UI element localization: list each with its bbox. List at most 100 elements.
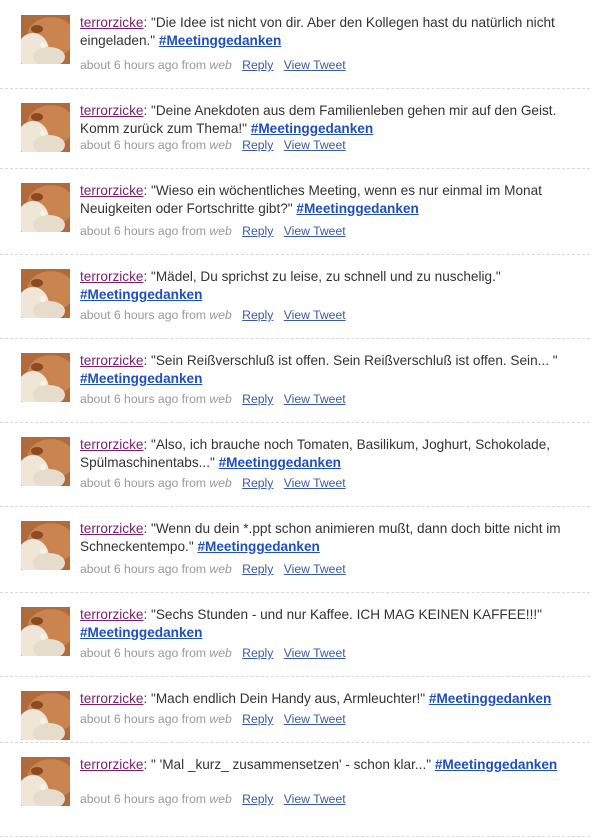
timestamp[interactable]: about 6 hours ago: [80, 792, 178, 806]
source-label: web: [209, 562, 232, 576]
status-item: terrorzicke: "Mädel, Du sprichst zu leis…: [0, 254, 590, 339]
avatar[interactable]: [21, 521, 70, 570]
cartoon-face-avatar-icon: [21, 15, 70, 64]
reply-link[interactable]: Reply: [242, 392, 273, 406]
screen-name-link[interactable]: terrorzicke: [80, 437, 143, 452]
reply-link[interactable]: Reply: [242, 476, 273, 490]
hashtag-link[interactable]: #Meetinggedanken: [80, 287, 202, 302]
avatar[interactable]: [21, 437, 70, 486]
status-text: "Die Idee ist nicht von dir. Aber den Ko…: [80, 15, 555, 48]
cartoon-face-avatar-icon: [21, 437, 70, 486]
from-label: from: [181, 712, 207, 726]
view-tweet-link[interactable]: View Tweet: [284, 392, 346, 406]
from-label: from: [181, 58, 207, 72]
hashtag-link[interactable]: #Meetinggedanken: [197, 539, 319, 554]
screen-name-link[interactable]: terrorzicke: [80, 757, 143, 772]
status-item: terrorzicke: "Also, ich brauche noch Tom…: [0, 422, 590, 507]
reply-link[interactable]: Reply: [242, 308, 273, 322]
status-meta: about 6 hours ago from web Reply View Tw…: [80, 58, 346, 72]
view-tweet-link[interactable]: View Tweet: [284, 562, 346, 576]
colon: :: [143, 103, 152, 118]
source-label: web: [209, 224, 232, 238]
hashtag-link[interactable]: #Meetinggedanken: [435, 757, 557, 772]
source-label: web: [209, 58, 232, 72]
avatar[interactable]: [21, 607, 70, 656]
status-body: terrorzicke: "Wieso ein wöchentliches Me…: [80, 182, 585, 218]
colon: :: [143, 607, 152, 622]
view-tweet-link[interactable]: View Tweet: [284, 224, 346, 238]
reply-link[interactable]: Reply: [242, 224, 273, 238]
hashtag-link[interactable]: #Meetinggedanken: [80, 371, 202, 386]
view-tweet-link[interactable]: View Tweet: [284, 792, 346, 806]
view-tweet-link[interactable]: View Tweet: [284, 58, 346, 72]
status-body: terrorzicke: "Mach endlich Dein Handy au…: [80, 690, 585, 708]
screen-name-link[interactable]: terrorzicke: [80, 103, 143, 118]
hashtag-link[interactable]: #Meetinggedanken: [296, 201, 418, 216]
view-tweet-link[interactable]: View Tweet: [284, 712, 346, 726]
status-timeline: terrorzicke: "Die Idee ist nicht von dir…: [0, 0, 601, 837]
status-meta: about 6 hours ago from web Reply View Tw…: [80, 562, 346, 576]
status-meta: about 6 hours ago from web Reply View Tw…: [80, 224, 346, 238]
cartoon-face-avatar-icon: [21, 269, 70, 318]
screen-name-link[interactable]: terrorzicke: [80, 353, 143, 368]
reply-link[interactable]: Reply: [242, 646, 273, 660]
hashtag-link[interactable]: #Meetinggedanken: [80, 625, 202, 640]
cartoon-face-avatar-icon: [21, 183, 70, 232]
timestamp[interactable]: about 6 hours ago: [80, 392, 178, 406]
view-tweet-link[interactable]: View Tweet: [284, 646, 346, 660]
reply-link[interactable]: Reply: [242, 138, 273, 152]
avatar[interactable]: [21, 691, 70, 740]
hashtag-link[interactable]: #Meetinggedanken: [219, 455, 341, 470]
hashtag-link[interactable]: #Meetinggedanken: [159, 33, 281, 48]
timestamp[interactable]: about 6 hours ago: [80, 224, 178, 238]
from-label: from: [181, 138, 207, 152]
status-item: terrorzicke: "Deine Anekdoten aus dem Fa…: [0, 88, 590, 169]
avatar[interactable]: [21, 183, 70, 232]
reply-link[interactable]: Reply: [242, 562, 273, 576]
timestamp[interactable]: about 6 hours ago: [80, 646, 178, 660]
source-label: web: [209, 792, 232, 806]
status-meta: about 6 hours ago from web Reply View Tw…: [80, 308, 346, 322]
timestamp[interactable]: about 6 hours ago: [80, 562, 178, 576]
avatar[interactable]: [21, 353, 70, 402]
screen-name-link[interactable]: terrorzicke: [80, 183, 143, 198]
status-body: terrorzicke: "Also, ich brauche noch Tom…: [80, 436, 585, 472]
colon: :: [143, 757, 152, 772]
status-item: terrorzicke: "Sechs Stunden - und nur Ka…: [0, 592, 590, 677]
status-body: terrorzicke: "Die Idee ist nicht von dir…: [80, 14, 585, 50]
view-tweet-link[interactable]: View Tweet: [284, 308, 346, 322]
avatar[interactable]: [21, 15, 70, 64]
status-body: terrorzicke: "Mädel, Du sprichst zu leis…: [80, 268, 585, 304]
from-label: from: [181, 308, 207, 322]
status-item: terrorzicke: " 'Mal _kurz_ zusammensetze…: [0, 742, 590, 837]
status-meta: about 6 hours ago from web Reply View Tw…: [80, 712, 346, 726]
timestamp[interactable]: about 6 hours ago: [80, 476, 178, 490]
status-item: terrorzicke: "Wieso ein wöchentliches Me…: [0, 168, 590, 255]
view-tweet-link[interactable]: View Tweet: [284, 476, 346, 490]
source-label: web: [209, 308, 232, 322]
hashtag-link[interactable]: #Meetinggedanken: [251, 121, 373, 136]
avatar[interactable]: [21, 103, 70, 152]
screen-name-link[interactable]: terrorzicke: [80, 691, 143, 706]
reply-link[interactable]: Reply: [242, 712, 273, 726]
timestamp[interactable]: about 6 hours ago: [80, 308, 178, 322]
status-body: terrorzicke: "Sein Reißverschluß ist off…: [80, 352, 585, 388]
cartoon-face-avatar-icon: [21, 521, 70, 570]
hashtag-link[interactable]: #Meetinggedanken: [429, 691, 551, 706]
screen-name-link[interactable]: terrorzicke: [80, 607, 143, 622]
source-label: web: [209, 392, 232, 406]
reply-link[interactable]: Reply: [242, 58, 273, 72]
avatar[interactable]: [21, 269, 70, 318]
reply-link[interactable]: Reply: [242, 792, 273, 806]
screen-name-link[interactable]: terrorzicke: [80, 521, 143, 536]
timestamp[interactable]: about 6 hours ago: [80, 138, 178, 152]
status-body: terrorzicke: "Wenn du dein *.ppt schon a…: [80, 520, 585, 556]
timestamp[interactable]: about 6 hours ago: [80, 712, 178, 726]
screen-name-link[interactable]: terrorzicke: [80, 15, 143, 30]
status-meta: about 6 hours ago from web Reply View Tw…: [80, 138, 346, 152]
view-tweet-link[interactable]: View Tweet: [284, 138, 346, 152]
screen-name-link[interactable]: terrorzicke: [80, 269, 143, 284]
timestamp[interactable]: about 6 hours ago: [80, 58, 178, 72]
cartoon-face-avatar-icon: [21, 691, 70, 740]
avatar[interactable]: [21, 757, 70, 806]
